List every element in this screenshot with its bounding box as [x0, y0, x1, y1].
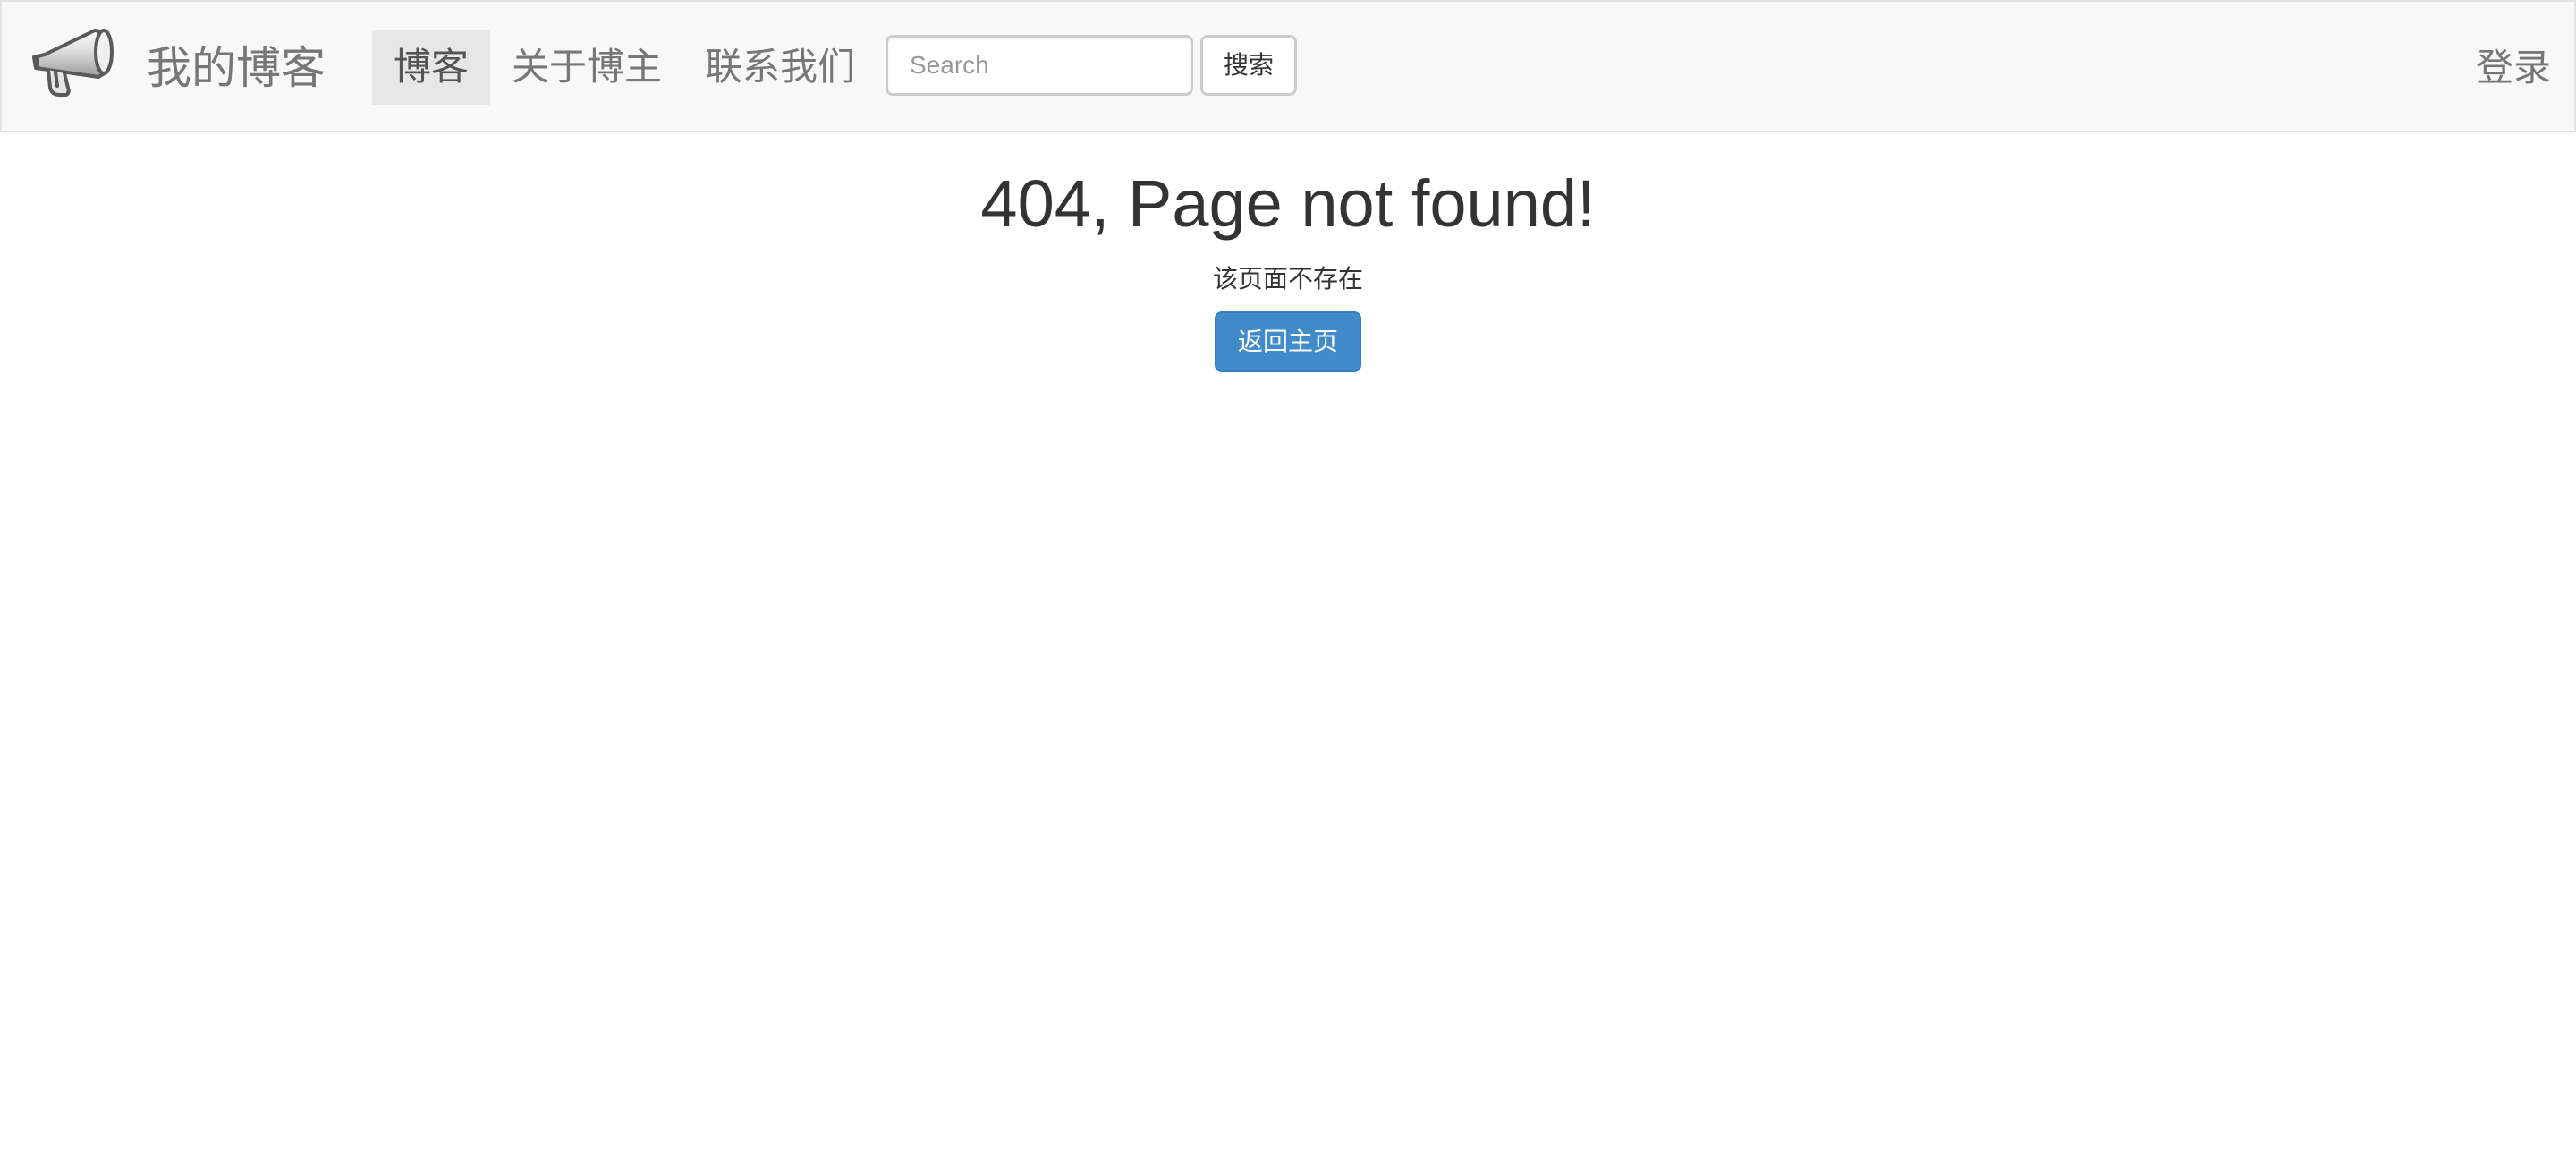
nav-item-contact[interactable]: 联系我们 — [683, 30, 877, 105]
error-message: 该页面不存在 — [1212, 265, 1363, 293]
main-nav: 博客 关于博主 联系我们 — [372, 30, 877, 105]
search-button[interactable]: 搜索 — [1200, 35, 1297, 96]
megaphone-icon[interactable] — [29, 23, 122, 104]
search-input[interactable] — [886, 35, 1193, 96]
nav-item-about[interactable]: 关于博主 — [490, 30, 683, 105]
back-home-button[interactable]: 返回主页 — [1215, 311, 1361, 372]
login-link[interactable]: 登录 — [2476, 39, 2551, 97]
brand-title[interactable]: 我的博客 — [147, 36, 326, 100]
nav-item-blog[interactable]: 博客 — [372, 30, 491, 105]
main-content: 404, Page not found! 该页面不存在 返回主页 — [0, 132, 2576, 372]
top-navbar: 我的博客 博客 关于博主 联系我们 搜索 登录 — [0, 0, 2576, 132]
page-title: 404, Page not found! — [980, 166, 1596, 241]
